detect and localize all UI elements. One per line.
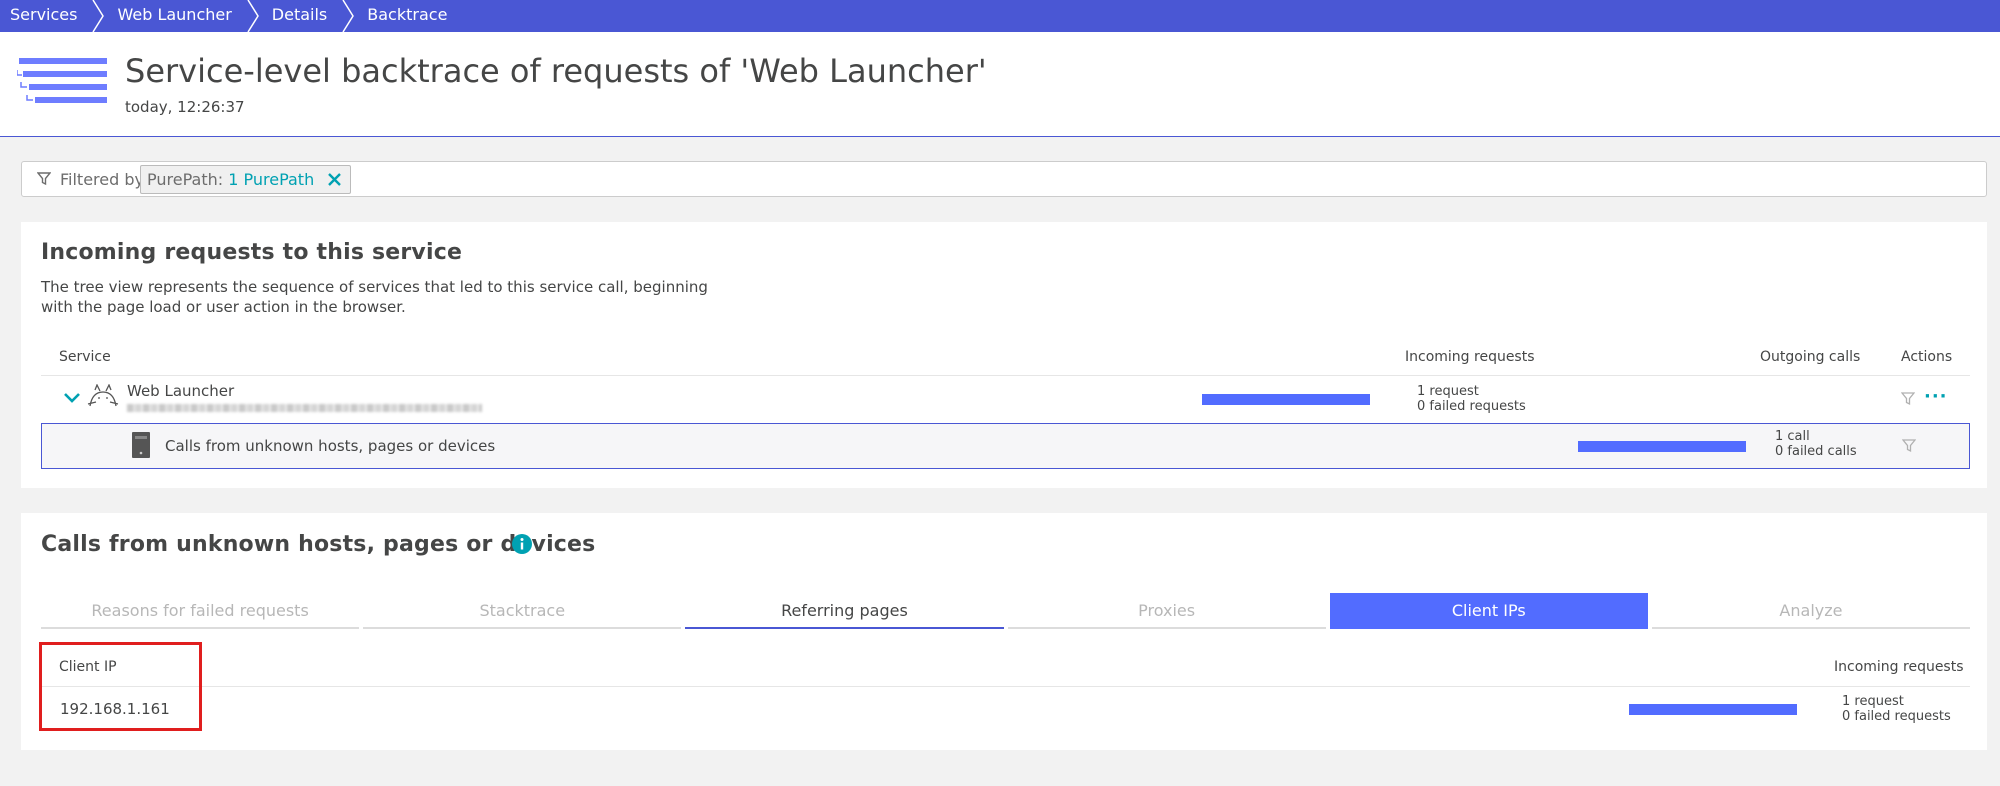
page-header: Service-level backtrace of requests of '… (0, 32, 2000, 137)
divider (41, 686, 1970, 687)
breadcrumb-services[interactable]: Services (0, 0, 105, 32)
unknown-hosts-panel: Calls from unknown hosts, pages or devic… (21, 513, 1987, 750)
backtrace-tree-icon (17, 58, 107, 103)
breadcrumb-label: Backtrace (367, 5, 448, 24)
service-name[interactable]: Web Launcher (127, 382, 234, 400)
breadcrumb-details[interactable]: Details (254, 0, 355, 32)
calls-count: 1 call (1775, 429, 1810, 444)
divider (41, 375, 1970, 376)
filter-icon[interactable] (1902, 439, 1916, 453)
filter-bar[interactable]: Filtered by PurePath: 1 PurePath (21, 161, 1987, 197)
tab-referring-pages[interactable]: Referring pages (685, 593, 1004, 629)
breadcrumb: Services Web Launcher Details Backtrace (0, 0, 2000, 32)
breadcrumb-label: Details (271, 5, 328, 24)
incoming-requests-bar (1629, 704, 1797, 715)
breadcrumb-label: Services (10, 5, 78, 24)
outgoing-calls-metric: 1 call 0 failed calls (1775, 429, 1857, 459)
breadcrumb-web-launcher[interactable]: Web Launcher (99, 0, 259, 32)
filter-icon[interactable] (1901, 392, 1915, 406)
filter-icon (37, 172, 51, 186)
outgoing-calls-bar (1578, 441, 1746, 452)
column-header-incoming-requests: Incoming requests (1405, 349, 1535, 365)
info-icon[interactable] (512, 534, 532, 554)
incoming-requests-metric: 1 request 0 failed requests (1842, 694, 1951, 724)
requests-count: 1 request (1417, 384, 1479, 399)
incoming-requests-metric: 1 request 0 failed requests (1417, 384, 1526, 414)
chevron-down-icon[interactable] (63, 392, 81, 404)
service-row-unknown-hosts[interactable]: Calls from unknown hosts, pages or devic… (41, 423, 1970, 469)
failed-requests-count: 0 failed requests (1842, 709, 1951, 724)
filter-chip[interactable]: PurePath: 1 PurePath (140, 165, 352, 194)
service-name: Calls from unknown hosts, pages or devic… (165, 437, 496, 455)
breadcrumb-label: Web Launcher (117, 5, 232, 24)
incoming-requests-bar (1202, 394, 1370, 405)
chevron-right-icon (247, 0, 259, 32)
failed-requests-count: 0 failed requests (1417, 399, 1526, 414)
close-icon[interactable] (327, 172, 342, 187)
chevron-right-icon (342, 0, 355, 32)
filter-chip-value: 1 PurePath (228, 170, 315, 189)
incoming-requests-title: Incoming requests to this service (41, 240, 463, 265)
incoming-requests-panel: Incoming requests to this service The tr… (21, 222, 1987, 488)
tab-analyze[interactable]: Analyze (1651, 593, 1971, 629)
requests-count: 1 request (1842, 694, 1904, 709)
detail-tabs: Reasons for failed requests Stacktrace R… (41, 593, 1971, 629)
column-header-incoming-requests: Incoming requests (1834, 659, 1964, 675)
incoming-requests-description: The tree view represents the sequence of… (41, 278, 708, 316)
page-timestamp: today, 12:26:37 (125, 98, 245, 116)
failed-calls-count: 0 failed calls (1775, 444, 1857, 459)
tab-proxies[interactable]: Proxies (1007, 593, 1326, 629)
tomcat-icon (87, 384, 119, 407)
filter-label: Filtered by (60, 170, 144, 189)
column-header-outgoing-calls: Outgoing calls (1760, 349, 1861, 365)
blurred-service-details (127, 404, 482, 412)
filter-chip-key: PurePath: (147, 170, 224, 189)
column-header-service: Service (59, 349, 111, 365)
tab-client-ips[interactable]: Client IPs (1329, 593, 1648, 629)
breadcrumb-backtrace: Backtrace (349, 0, 469, 32)
chevron-right-icon (92, 0, 105, 32)
highlight-box (39, 642, 202, 731)
host-icon (132, 432, 150, 458)
page-title: Service-level backtrace of requests of '… (125, 52, 987, 90)
tab-reasons-for-failed-requests[interactable]: Reasons for failed requests (41, 593, 360, 629)
column-header-actions: Actions (1901, 349, 1953, 365)
more-actions-icon[interactable]: ··· (1924, 388, 1948, 406)
tab-stacktrace[interactable]: Stacktrace (363, 593, 682, 629)
